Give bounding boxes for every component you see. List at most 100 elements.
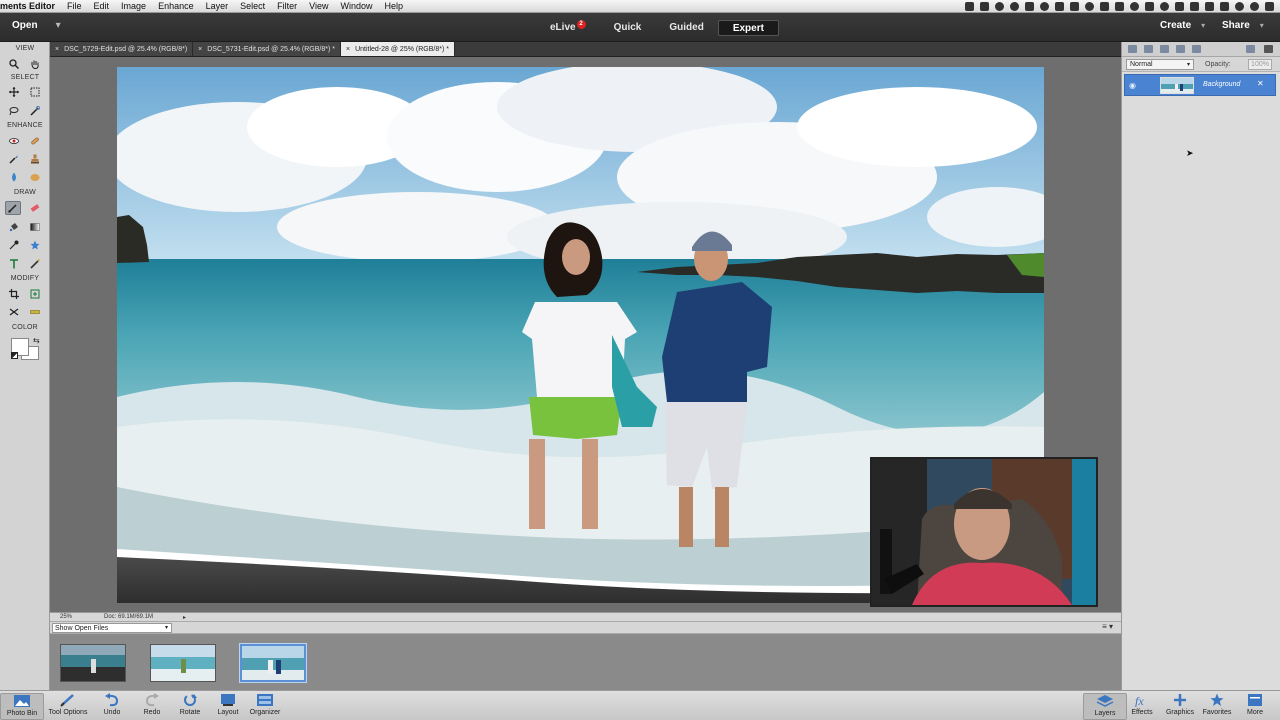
- thumbnail-untitled28[interactable]: [239, 643, 307, 683]
- zoom-tool-icon[interactable]: [6, 57, 22, 71]
- doc-tab-dsc5731[interactable]: × DSC_5731-Edit.psd @ 25.4% (RGB/8*) *: [193, 42, 341, 56]
- clone-stamp-icon[interactable]: [27, 152, 43, 166]
- layer-mask-icon[interactable]: [1160, 45, 1169, 53]
- share-button[interactable]: Share ▾: [1222, 20, 1264, 31]
- close-tab-icon[interactable]: ×: [346, 46, 350, 53]
- blend-mode-select[interactable]: Normal ▾: [1126, 59, 1194, 70]
- swap-colors-icon[interactable]: ⇆: [33, 336, 40, 345]
- type-tool-icon[interactable]: [6, 257, 22, 271]
- lock-icon[interactable]: [1190, 2, 1199, 11]
- twitter-icon[interactable]: [1070, 2, 1079, 11]
- sync-icon[interactable]: [1010, 2, 1019, 11]
- move-tool-icon[interactable]: [6, 85, 22, 99]
- brush-tool-icon[interactable]: [5, 201, 21, 215]
- menu-enhance[interactable]: Enhance: [152, 1, 200, 11]
- opacity-field[interactable]: 100%: [1248, 59, 1272, 70]
- eyedropper-tool-icon[interactable]: [6, 238, 22, 252]
- create-button[interactable]: Create ▾: [1160, 20, 1205, 31]
- show-open-files-label: Show Open Files: [55, 625, 109, 632]
- mail-icon[interactable]: [1175, 2, 1184, 11]
- doc-tab-dsc5729[interactable]: × DSC_5729-Edit.psd @ 25.4% (RGB/8*): [50, 42, 194, 56]
- tool-options-button[interactable]: Tool Options: [46, 693, 90, 716]
- red-eye-tool-icon[interactable]: [6, 134, 22, 148]
- clock-icon[interactable]: [1040, 2, 1049, 11]
- blend-row: Normal ▾ Opacity: 100%: [1122, 57, 1280, 72]
- panel-menu-icon[interactable]: [1264, 45, 1273, 53]
- spot-healing-icon[interactable]: [27, 134, 43, 148]
- gradient-tool-icon[interactable]: [27, 220, 43, 234]
- paint-bucket-icon[interactable]: [6, 220, 22, 234]
- battery-icon[interactable]: [1205, 2, 1214, 11]
- doc-tab-untitled28[interactable]: × Untitled-28 @ 25% (RGB/8*) *: [340, 42, 455, 56]
- undo-button[interactable]: Undo: [90, 693, 134, 716]
- share-label: Share: [1222, 20, 1250, 31]
- menu-file[interactable]: File: [61, 1, 88, 11]
- rectangle-marquee-icon[interactable]: [27, 85, 43, 99]
- menu-window[interactable]: Window: [334, 1, 378, 11]
- keyboard-icon[interactable]: [1220, 2, 1229, 11]
- photo-bin-button[interactable]: Photo Bin: [0, 693, 44, 720]
- default-colors-icon[interactable]: [11, 352, 18, 359]
- close-tab-icon[interactable]: ×: [55, 46, 59, 53]
- screen-record-icon[interactable]: [965, 2, 974, 11]
- crop-tool-icon[interactable]: [6, 287, 22, 301]
- menu-select[interactable]: Select: [234, 1, 271, 11]
- quick-selection-icon[interactable]: [27, 104, 43, 118]
- content-aware-move-icon[interactable]: [6, 305, 22, 319]
- thumbnail-dsc5731[interactable]: [150, 644, 216, 682]
- brush-icon[interactable]: [1100, 2, 1109, 11]
- lock-icon[interactable]: ✕: [1257, 79, 1264, 88]
- smart-brush-icon[interactable]: [6, 152, 22, 166]
- organizer-button[interactable]: Organizer: [243, 693, 287, 716]
- time-machine-icon[interactable]: [1160, 2, 1169, 11]
- eraser-tool-icon[interactable]: [27, 201, 43, 215]
- volume-icon[interactable]: [1145, 2, 1154, 11]
- bulb-icon[interactable]: [1085, 2, 1094, 11]
- menu-layer[interactable]: Layer: [200, 1, 235, 11]
- user-icon[interactable]: [1235, 2, 1244, 11]
- menu-image[interactable]: Image: [115, 1, 152, 11]
- thumbnail-dsc5729[interactable]: [60, 644, 126, 682]
- cloud-icon[interactable]: [1055, 2, 1064, 11]
- notification-center-icon[interactable]: [1265, 2, 1274, 11]
- bin-menu-icon[interactable]: ≡ ▾: [1102, 622, 1113, 631]
- blur-tool-icon[interactable]: [6, 170, 22, 184]
- menu-help[interactable]: Help: [379, 1, 410, 11]
- lasso-tool-icon[interactable]: [6, 104, 22, 118]
- eye-icon[interactable]: ◉: [1129, 81, 1136, 90]
- pencil-tool-icon[interactable]: [27, 257, 43, 271]
- lock-transparent-icon[interactable]: [1192, 45, 1201, 53]
- mode-quick[interactable]: Quick: [600, 20, 656, 36]
- lock-all-icon[interactable]: [1176, 45, 1185, 53]
- more-button[interactable]: More: [1233, 693, 1277, 716]
- app-name-menu[interactable]: ments Editor: [0, 1, 61, 11]
- menu-edit[interactable]: Edit: [88, 1, 116, 11]
- bluetooth-icon[interactable]: [1115, 2, 1124, 11]
- menu-view[interactable]: View: [303, 1, 334, 11]
- close-tab-icon[interactable]: ×: [198, 46, 202, 53]
- hand-tool-icon[interactable]: [27, 57, 43, 71]
- sponge-tool-icon[interactable]: [27, 170, 43, 184]
- delete-layer-icon[interactable]: [1246, 45, 1255, 53]
- spotlight-search-icon[interactable]: [1250, 2, 1259, 11]
- status-menu-arrow-icon[interactable]: ▸: [183, 614, 186, 621]
- open-button[interactable]: Open ▾: [12, 20, 61, 31]
- layer-row-background[interactable]: ◉ Background ✕: [1124, 74, 1276, 96]
- mode-expert[interactable]: Expert: [717, 20, 779, 36]
- dropbox-icon[interactable]: [1025, 2, 1034, 11]
- zoom-level[interactable]: 25%: [60, 614, 100, 620]
- open-dropdown-icon[interactable]: ▾: [56, 20, 61, 31]
- custom-shape-icon[interactable]: [27, 238, 43, 252]
- recompose-tool-icon[interactable]: [27, 287, 43, 301]
- mode-guided[interactable]: Guided: [655, 20, 717, 36]
- gear-icon[interactable]: [980, 2, 989, 11]
- show-open-files-select[interactable]: Show Open Files ▾: [52, 623, 172, 633]
- menu-filter[interactable]: Filter: [271, 1, 303, 11]
- organizer-label: Organizer: [249, 709, 281, 716]
- new-layer-icon[interactable]: [1128, 45, 1137, 53]
- status-icon[interactable]: [995, 2, 1004, 11]
- mode-elive[interactable]: eLive 2: [536, 20, 600, 36]
- wifi-icon[interactable]: [1130, 2, 1139, 11]
- adjustment-layer-icon[interactable]: [1144, 45, 1153, 53]
- straighten-tool-icon[interactable]: [27, 305, 43, 319]
